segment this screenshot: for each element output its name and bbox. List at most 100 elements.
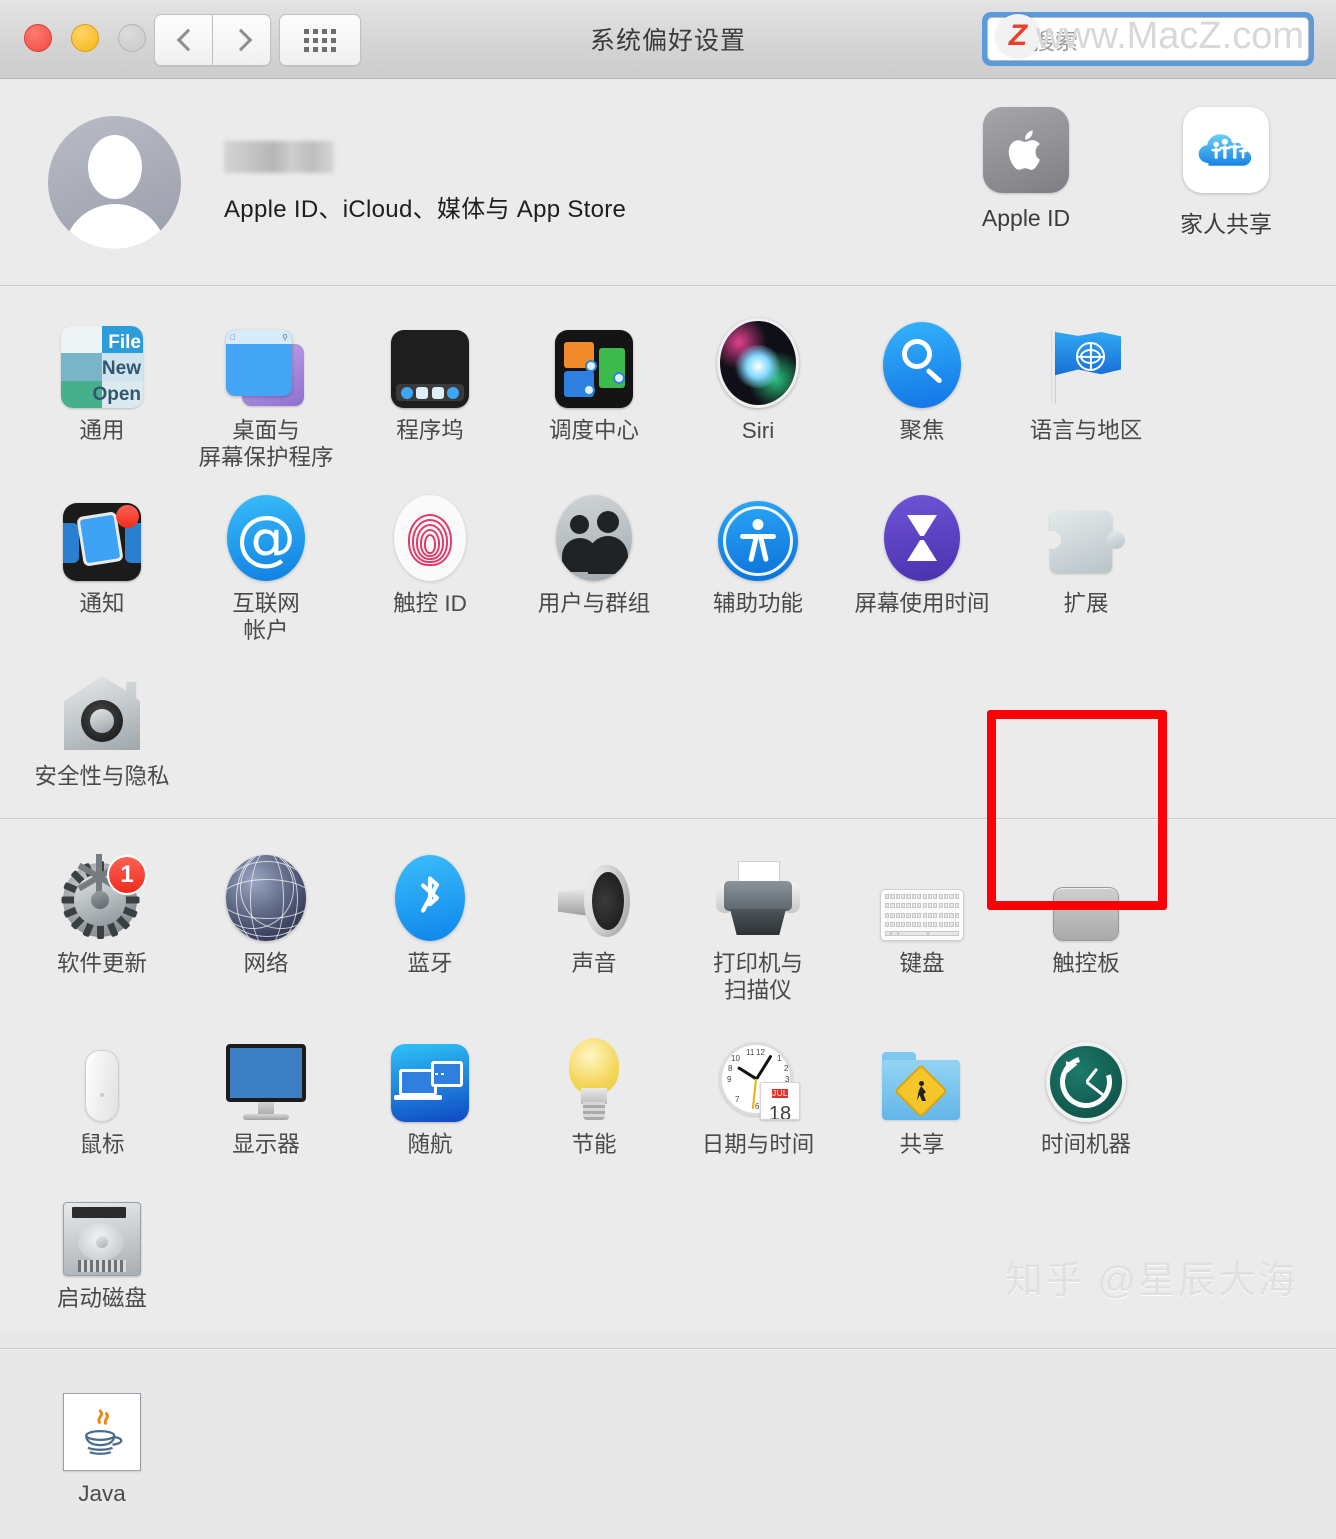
account-name-redacted: [224, 140, 334, 173]
pane-touch-id[interactable]: 触控 ID: [348, 485, 512, 644]
pane-label: 蓝牙: [407, 951, 453, 976]
pane-printers-scanners[interactable]: 打印机与 扫描仪: [676, 845, 840, 1004]
apple-logo-icon: [983, 107, 1069, 193]
search-placeholder: 搜索: [1032, 28, 1078, 54]
pane-startup-disk[interactable]: 启动磁盘: [20, 1180, 184, 1312]
pane-label: 程序坞: [396, 418, 464, 443]
startup-disk-icon: [63, 1202, 141, 1276]
pane-date-time[interactable]: 12 1 3 5 6 7 9 10 11 2 4 8: [676, 1026, 840, 1158]
trackpad-icon: [1053, 887, 1119, 941]
account-section: Apple ID、iCloud、媒体与 App Store Apple ID 家…: [0, 79, 1336, 285]
pane-sound[interactable]: 声音: [512, 845, 676, 1004]
pane-displays[interactable]: 显示器: [184, 1026, 348, 1158]
pane-users-groups[interactable]: 用户与群组: [512, 485, 676, 644]
pane-label: 声音: [571, 951, 617, 976]
sidecar-icon: [391, 1044, 469, 1122]
pane-label: 用户与群组: [537, 591, 651, 616]
pane-label: 触控板: [1052, 951, 1120, 976]
displays-monitor-icon: [224, 1044, 308, 1122]
pane-java[interactable]: Java: [20, 1375, 184, 1507]
search-focus-ring: 搜索: [982, 12, 1314, 66]
pane-label: 触控 ID: [393, 591, 467, 616]
sharing-folder-icon: [880, 1052, 964, 1122]
pane-desktop-screensaver[interactable]: ⚲ 桌面与 屏幕保护程序: [184, 312, 348, 471]
internet-accounts-at-icon: @: [227, 495, 305, 581]
calendar-month: JUL: [772, 1089, 788, 1098]
pane-label: 扩展: [1063, 591, 1109, 616]
pane-dock[interactable]: 程序坞: [348, 312, 512, 471]
notifications-icon: [63, 503, 141, 581]
pane-family-sharing[interactable]: 家人共享: [1152, 107, 1300, 239]
network-globe-icon: [226, 855, 306, 941]
pane-notifications[interactable]: 通知: [20, 485, 184, 644]
avatar[interactable]: [48, 115, 181, 249]
pane-bluetooth[interactable]: 蓝牙: [348, 845, 512, 1004]
time-machine-icon: [1046, 1042, 1126, 1122]
date-time-clock-icon: 12 1 3 5 6 7 9 10 11 2 4 8: [716, 1042, 800, 1122]
pane-time-machine[interactable]: 时间机器: [1004, 1026, 1168, 1158]
pane-security-privacy[interactable]: 安全性与隐私: [20, 658, 184, 790]
dock-icon: [391, 330, 469, 408]
pane-label: 打印机与 扫描仪: [712, 951, 803, 1003]
account-text[interactable]: Apple ID、iCloud、媒体与 App Store: [224, 140, 627, 224]
java-coffee-icon: [63, 1393, 141, 1471]
pane-language-region[interactable]: 语言与地区: [1004, 312, 1168, 471]
pane-spotlight[interactable]: 聚焦: [840, 312, 1004, 471]
general-icon: File New Open: [61, 326, 143, 408]
sound-speaker-icon: [552, 863, 636, 941]
energy-saver-bulb-icon: [563, 1038, 625, 1122]
spotlight-icon: [883, 322, 961, 408]
pane-extensions[interactable]: 扩展: [1004, 485, 1168, 644]
search-field-wrapper: 搜索 Z www.MacZ.com: [982, 12, 1314, 66]
account-subtitle: Apple ID、iCloud、媒体与 App Store: [224, 195, 627, 223]
pane-label: 桌面与 屏幕保护程序: [198, 418, 334, 470]
pane-label: 调度中心: [548, 418, 639, 443]
pane-label: 聚焦: [899, 418, 945, 443]
pane-energy-saver[interactable]: 节能: [512, 1026, 676, 1158]
security-privacy-house-icon: [61, 674, 143, 754]
pane-label: 显示器: [232, 1132, 300, 1157]
account-tiles: Apple ID 家人共享: [952, 107, 1300, 239]
update-badge: 1: [107, 855, 147, 895]
pane-sharing[interactable]: 共享: [840, 1026, 1004, 1158]
pane-internet-accounts[interactable]: @ 互联网 帐户: [184, 485, 348, 644]
screen-time-hourglass-icon: [884, 495, 960, 581]
pane-trackpad[interactable]: 触控板: [1004, 845, 1168, 1004]
pane-screen-time[interactable]: 屏幕使用时间: [840, 485, 1004, 644]
pane-siri[interactable]: Siri: [676, 312, 840, 471]
pane-label: 节能: [571, 1132, 617, 1157]
pane-apple-id[interactable]: Apple ID: [952, 107, 1100, 239]
pane-label: 语言与地区: [1029, 418, 1143, 443]
pane-label: 日期与时间: [701, 1132, 815, 1157]
touch-id-fingerprint-icon: [394, 495, 466, 581]
search-input[interactable]: 搜索: [987, 17, 1309, 61]
pane-label: Java: [78, 1481, 126, 1506]
pane-label: 随航: [407, 1132, 453, 1157]
pane-label: 家人共享: [1180, 211, 1272, 237]
pane-sidecar[interactable]: 随航: [348, 1026, 512, 1158]
pane-mission-control[interactable]: 调度中心: [512, 312, 676, 471]
desktop-screensaver-icon: ⚲: [224, 328, 308, 408]
section-other: Java: [0, 1349, 1336, 1539]
pane-label: Siri: [741, 418, 775, 443]
pane-mouse[interactable]: 鼠标: [20, 1026, 184, 1158]
mission-control-icon: [555, 330, 633, 408]
pane-label: 辅助功能: [712, 591, 803, 616]
calendar-day: 18: [768, 1103, 792, 1120]
family-cloud-icon: [1183, 107, 1269, 193]
pane-keyboard[interactable]: 键盘: [840, 845, 1004, 1004]
pane-label: 时间机器: [1040, 1132, 1131, 1157]
pane-label: 屏幕使用时间: [854, 591, 990, 616]
pane-label: 软件更新: [56, 951, 147, 976]
users-groups-icon: [556, 495, 632, 581]
pane-accessibility[interactable]: 辅助功能: [676, 485, 840, 644]
pane-label: 通用: [79, 418, 125, 443]
pane-label: 网络: [243, 951, 289, 976]
section-hardware: 1 软件更新 网络 蓝牙 声音 打印机与 扫描仪 键盘 触控板 鼠标 显示器 随…: [0, 819, 1336, 1348]
pane-software-update[interactable]: 1 软件更新: [20, 845, 184, 1004]
pane-network[interactable]: 网络: [184, 845, 348, 1004]
section-personal: File New Open 通用 ⚲ 桌面与 屏幕保护程序: [0, 286, 1336, 818]
pane-general[interactable]: File New Open 通用: [20, 312, 184, 471]
keyboard-icon: [880, 889, 964, 941]
pane-label: 安全性与隐私: [34, 764, 170, 789]
